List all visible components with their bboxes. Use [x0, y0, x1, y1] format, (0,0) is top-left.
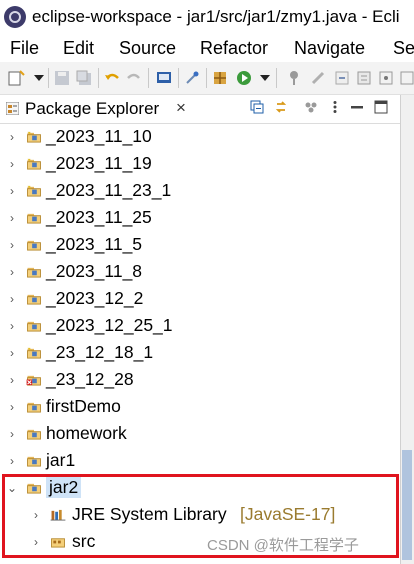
- tree-item[interactable]: › _2023_11_5: [0, 232, 398, 259]
- window-title: eclipse-workspace - jar1/src/jar1/zmy1.j…: [32, 7, 400, 26]
- chevron-right-icon[interactable]: ›: [6, 428, 18, 440]
- toolbar-separator: [178, 68, 179, 88]
- chevron-right-icon[interactable]: ›: [6, 347, 18, 359]
- outline-icon[interactable]: [378, 70, 394, 86]
- tree-item[interactable]: › _2023_12_25_1: [0, 313, 398, 340]
- main-toolbar: [0, 62, 414, 95]
- package-explorer-icon: [6, 102, 19, 115]
- java-project-folder-icon: [27, 321, 41, 332]
- filters-icon[interactable]: [304, 100, 318, 114]
- tree-item[interactable]: › _2023_12_2: [0, 286, 398, 313]
- menu-bar: File Edit Source Refactor Navigate Se: [0, 36, 414, 62]
- chevron-right-icon[interactable]: ›: [6, 185, 18, 197]
- java-project-folder-icon: [27, 240, 41, 251]
- next-annotation-icon[interactable]: [400, 70, 414, 86]
- edit-pen-icon[interactable]: [310, 70, 326, 86]
- save-icon[interactable]: [54, 70, 70, 86]
- minimize-icon[interactable]: [350, 100, 364, 114]
- chevron-right-icon[interactable]: ›: [6, 455, 18, 467]
- tree-item[interactable]: › _2023_11_8: [0, 259, 398, 286]
- java-project-folder-icon: [27, 158, 41, 170]
- java-project-folder-icon: [27, 213, 41, 224]
- java-project-folder-icon: [27, 131, 41, 143]
- menu-source[interactable]: Source: [119, 38, 176, 59]
- scrollbar-thumb[interactable]: [402, 450, 412, 560]
- chevron-right-icon[interactable]: ›: [6, 131, 18, 143]
- tree-item[interactable]: › _2023_11_25: [0, 205, 398, 232]
- tree-item-label: _2023_11_8: [46, 261, 143, 281]
- toolbar-separator: [276, 68, 277, 88]
- java-project-folder-icon: [27, 347, 41, 359]
- undo-icon[interactable]: [104, 70, 120, 86]
- java-project-folder-icon: [27, 456, 41, 467]
- tree-item[interactable]: › _2023_11_19: [0, 151, 398, 178]
- menu-file[interactable]: File: [10, 38, 39, 59]
- java-project-folder-icon: [27, 402, 41, 413]
- redo-icon[interactable]: [126, 70, 142, 86]
- chevron-right-icon[interactable]: ›: [6, 374, 18, 386]
- eclipse-app-icon: [4, 6, 26, 28]
- toolbar-separator: [98, 68, 99, 88]
- maximize-icon[interactable]: [374, 100, 388, 114]
- java-project-folder-icon: [27, 267, 41, 278]
- tree-item[interactable]: › homework: [0, 421, 398, 448]
- tree-item[interactable]: › _2023_11_23_1: [0, 178, 398, 205]
- menu-navigate[interactable]: Navigate: [294, 38, 365, 59]
- tree-item[interactable]: › jar1: [0, 448, 398, 475]
- tree-item-label: firstDemo: [46, 396, 121, 416]
- chevron-right-icon[interactable]: ›: [6, 158, 18, 170]
- tree-item-label: _2023_12_2: [46, 288, 144, 308]
- toolbar-separator: [148, 68, 149, 88]
- java-project-folder-icon: [27, 294, 41, 305]
- tree-item-label: _2023_11_10: [46, 126, 152, 146]
- chevron-right-icon[interactable]: ›: [6, 239, 18, 251]
- link-with-editor-icon[interactable]: [274, 100, 288, 114]
- menu-search[interactable]: Se: [393, 38, 414, 59]
- tree-item[interactable]: › _2023_11_10: [0, 124, 398, 151]
- collapse-all-icon[interactable]: [250, 100, 264, 114]
- compare-icon[interactable]: [356, 70, 372, 86]
- view-menu-icon[interactable]: [328, 100, 342, 114]
- toolbar-separator: [48, 68, 49, 88]
- toggle-breakpoint-icon[interactable]: [184, 70, 200, 86]
- tree-item[interactable]: › firstDemo: [0, 394, 398, 421]
- annotation-icon[interactable]: [334, 70, 350, 86]
- tree-item[interactable]: › _23_12_18_1: [0, 340, 398, 367]
- tree-item-label: _2023_11_19: [46, 153, 152, 173]
- tree-item-label: _2023_11_25: [46, 207, 152, 227]
- run-icon[interactable]: [236, 70, 252, 86]
- save-all-icon[interactable]: [76, 70, 92, 86]
- toolbar-separator: [206, 68, 207, 88]
- title-bar: eclipse-workspace - jar1/src/jar1/zmy1.j…: [0, 0, 414, 36]
- new-dropdown-icon[interactable]: [34, 75, 44, 81]
- tree-item[interactable]: › _23_12_28: [0, 367, 398, 394]
- new-wizard-icon[interactable]: [8, 70, 26, 86]
- tree-item-label: _2023_12_25_1: [46, 315, 173, 335]
- console-icon[interactable]: [156, 70, 172, 86]
- close-tab-icon[interactable]: ×: [176, 98, 186, 118]
- tree-item-label: _23_12_28: [46, 369, 134, 389]
- java-project-folder-icon: [27, 429, 41, 440]
- new-package-icon[interactable]: [212, 70, 228, 86]
- chevron-right-icon[interactable]: ›: [6, 401, 18, 413]
- tree-item-label: _2023_11_23_1: [46, 180, 172, 200]
- search-pin-icon[interactable]: [286, 70, 302, 86]
- java-project-folder-icon: [26, 375, 41, 386]
- tree-item-label: _2023_11_5: [46, 234, 143, 254]
- tree-item-label: _23_12_18_1: [46, 342, 154, 362]
- chevron-right-icon[interactable]: ›: [6, 266, 18, 278]
- chevron-right-icon[interactable]: ›: [6, 320, 18, 332]
- watermark: CSDN @软件工程学子: [207, 537, 359, 554]
- tree-item-label: jar1: [46, 450, 76, 470]
- chevron-right-icon[interactable]: ›: [6, 212, 18, 224]
- menu-edit[interactable]: Edit: [63, 38, 94, 59]
- package-explorer-tab[interactable]: Package Explorer ×: [0, 95, 400, 124]
- tree-item-label: homework: [46, 423, 127, 443]
- java-project-folder-icon: [27, 185, 41, 197]
- panel-title: Package Explorer: [25, 99, 160, 118]
- run-dropdown-icon[interactable]: [260, 75, 270, 81]
- chevron-right-icon[interactable]: ›: [6, 293, 18, 305]
- menu-refactor[interactable]: Refactor: [200, 38, 268, 59]
